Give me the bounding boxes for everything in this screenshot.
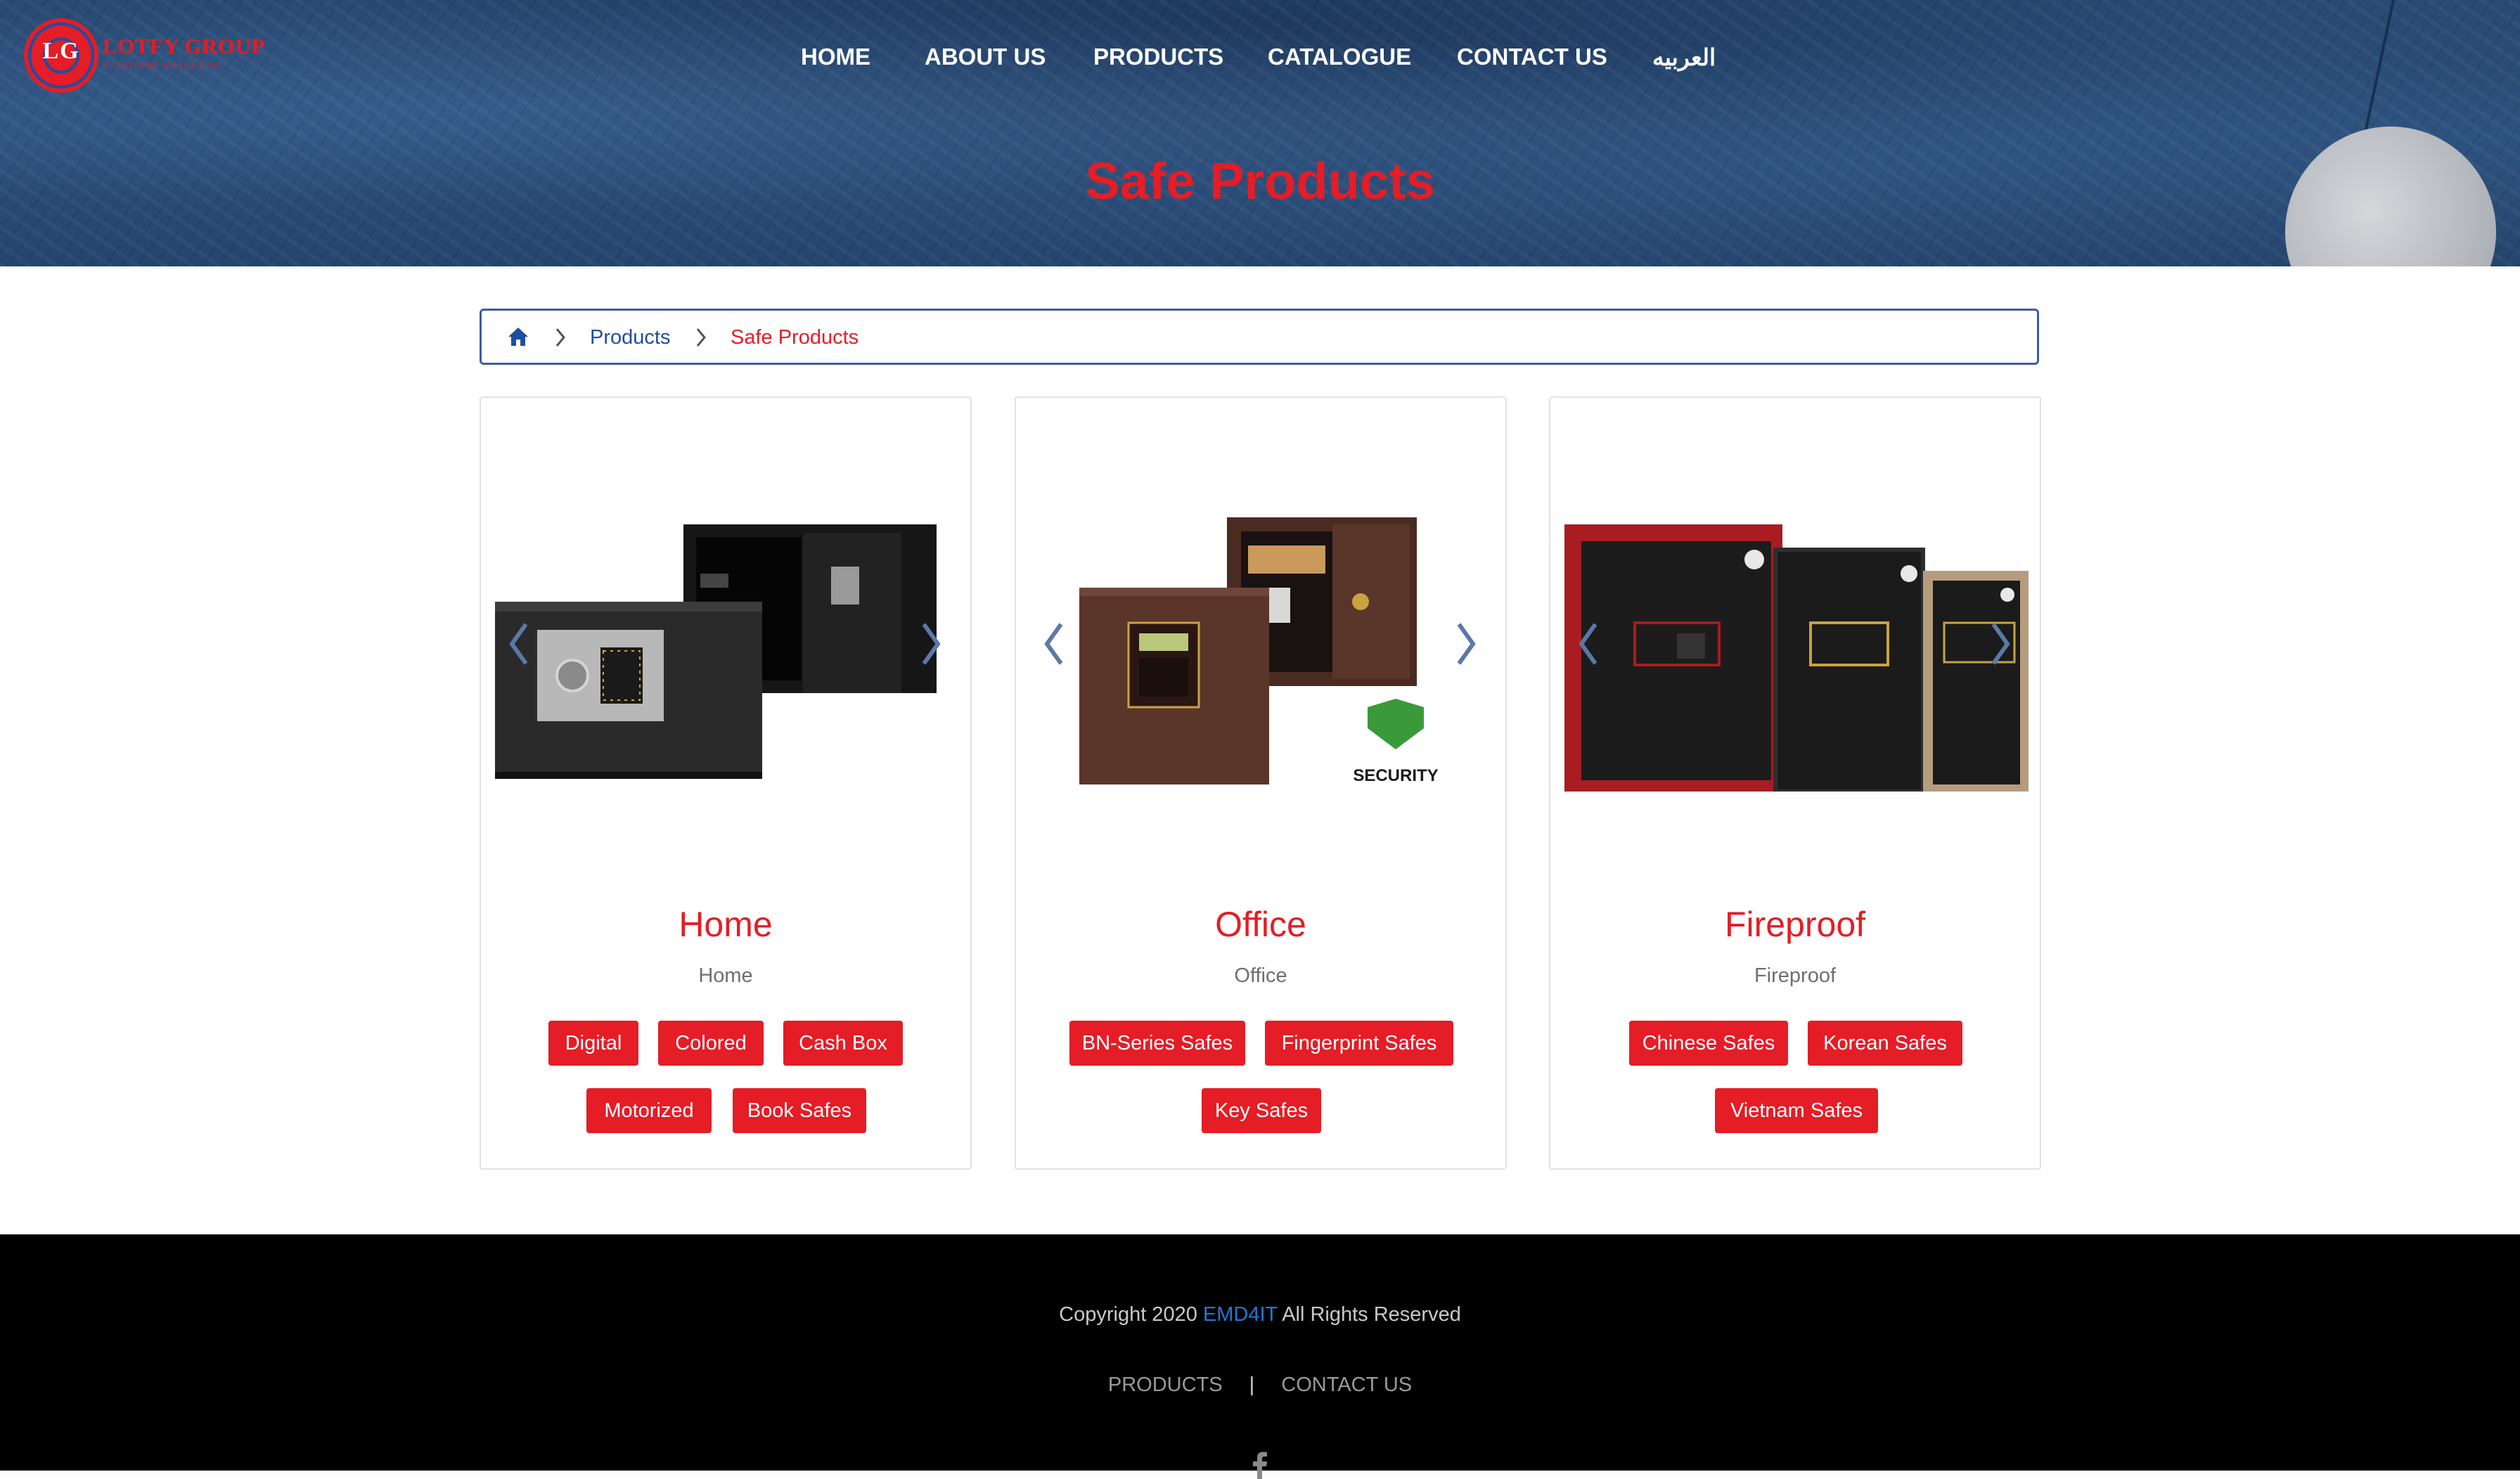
main-navigation: HOME ABOUT US PRODUCTS CATALOGUE CONTACT… bbox=[0, 44, 2520, 79]
header-background-texture bbox=[0, 0, 2520, 266]
copyright-text: Copyright 2020 EMD4IT All Rights Reserve… bbox=[0, 1303, 2520, 1326]
page-header: LG LOTFY GROUP FURNITURE & LIGHTING HOME… bbox=[0, 0, 2520, 266]
carousel-next-icon[interactable] bbox=[917, 616, 945, 672]
tag-button[interactable]: Key Safes bbox=[1202, 1088, 1321, 1133]
footer-link-contact-us[interactable]: CONTACT US bbox=[1281, 1374, 1412, 1396]
nav-item-arabic[interactable]: العربيه bbox=[1652, 44, 1716, 71]
product-card-fireproof: Fireproof Fireproof Chinese Safes Korean… bbox=[1549, 396, 2041, 1170]
breadcrumb: Products Safe Products bbox=[480, 309, 2039, 365]
footer-links: PRODUCTS | CONTACT US bbox=[0, 1374, 2520, 1397]
tag-button[interactable]: Motorized bbox=[586, 1088, 712, 1133]
card-title[interactable]: Office bbox=[1016, 904, 1505, 945]
card-title[interactable]: Fireproof bbox=[1550, 904, 2040, 945]
tag-button[interactable]: Vietnam Safes bbox=[1715, 1088, 1878, 1133]
fireproof-safe-image[interactable] bbox=[1564, 482, 2029, 792]
carousel-prev-icon[interactable] bbox=[1574, 616, 1602, 672]
carousel-prev-icon[interactable] bbox=[505, 616, 533, 672]
tag-button[interactable]: Book Safes bbox=[733, 1088, 866, 1133]
tag-button[interactable]: Digital bbox=[548, 1021, 638, 1066]
carousel-next-icon[interactable] bbox=[1986, 616, 2014, 672]
copyright-suffix: All Rights Reserved bbox=[1282, 1303, 1461, 1326]
breadcrumb-item-current: Safe Products bbox=[731, 326, 859, 349]
card-subtitle: Fireproof bbox=[1754, 964, 1837, 987]
brand-link[interactable]: EMD4IT bbox=[1203, 1303, 1278, 1326]
nav-item-catalogue[interactable]: CATALOGUE bbox=[1268, 44, 1411, 70]
page-title: Safe Products bbox=[1085, 152, 1435, 210]
card-title[interactable]: Home bbox=[481, 904, 970, 945]
security-badge-label: SECURITY bbox=[1353, 766, 1438, 785]
tag-button[interactable]: Cash Box bbox=[783, 1021, 903, 1066]
chevron-right-icon bbox=[696, 328, 706, 347]
card-tags: Digital Colored Cash Box Motorized Book … bbox=[481, 1021, 970, 1147]
nav-item-about-us[interactable]: ABOUT US bbox=[925, 44, 1046, 70]
copyright-prefix: Copyright 2020 bbox=[1059, 1303, 1197, 1326]
tag-button[interactable]: Chinese Safes bbox=[1629, 1021, 1788, 1066]
office-safe-image[interactable]: SECURITY bbox=[1030, 482, 1494, 792]
footer-link-products[interactable]: PRODUCTS bbox=[1108, 1374, 1223, 1396]
card-subtitle: Office bbox=[1234, 964, 1287, 987]
nav-item-contact-us[interactable]: CONTACT US bbox=[1457, 44, 1607, 70]
carousel-prev-icon[interactable] bbox=[1040, 616, 1068, 672]
chevron-right-icon bbox=[555, 328, 565, 347]
facebook-icon[interactable] bbox=[1252, 1451, 1268, 1479]
product-card-office: SECURITY Office Office BN-Series Safes F… bbox=[1015, 396, 1507, 1170]
tag-button[interactable]: Korean Safes bbox=[1808, 1021, 1962, 1066]
footer-link-separator: | bbox=[1249, 1374, 1255, 1396]
tag-button[interactable]: Fingerprint Safes bbox=[1265, 1021, 1453, 1066]
home-safe-image[interactable] bbox=[495, 482, 959, 792]
breadcrumb-item-products[interactable]: Products bbox=[590, 326, 670, 349]
nav-item-home[interactable]: HOME bbox=[801, 44, 870, 70]
card-subtitle: Home bbox=[698, 964, 753, 987]
carousel-next-icon[interactable] bbox=[1452, 616, 1480, 672]
home-icon[interactable] bbox=[507, 326, 529, 347]
card-tags: BN-Series Safes Fingerprint Safes Key Sa… bbox=[1016, 1021, 1505, 1147]
tag-button[interactable]: BN-Series Safes bbox=[1069, 1021, 1245, 1066]
tag-button[interactable]: Colored bbox=[658, 1021, 764, 1066]
nav-item-products[interactable]: PRODUCTS bbox=[1093, 44, 1223, 70]
product-card-home: Home Home Digital Colored Cash Box Motor… bbox=[480, 396, 972, 1170]
page-footer: Copyright 2020 EMD4IT All Rights Reserve… bbox=[0, 1234, 2520, 1479]
card-tags: Chinese Safes Korean Safes Vietnam Safes bbox=[1550, 1021, 2040, 1147]
